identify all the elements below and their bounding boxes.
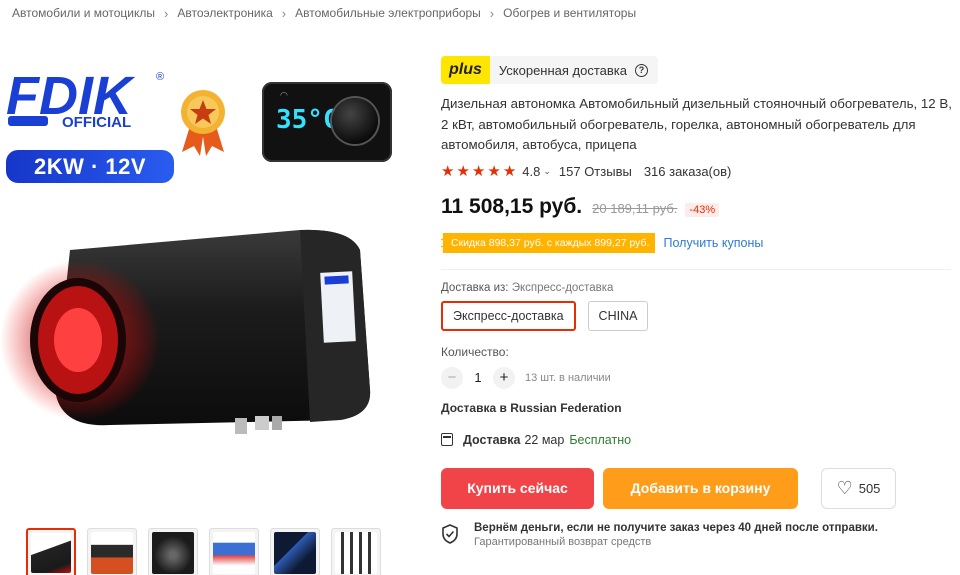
chevron-right-icon: ›	[164, 5, 169, 21]
svg-text:OFFICIAL: OFFICIAL	[62, 114, 131, 128]
delivery-info: Доставка 22 мар Бесплатно	[441, 433, 956, 447]
rating-stars: ★ ★ ★ ★ ★	[441, 164, 516, 179]
thumbnail[interactable]	[26, 528, 76, 575]
coupon-tag[interactable]: Скидка 898,37 руб. с каждых 899,27 руб.	[441, 232, 656, 253]
current-price: 11 508,15 руб.	[441, 194, 583, 218]
guarantee-sub: Гарантированный возврат средств	[474, 535, 652, 548]
deliver-to: Доставка в Russian Federation	[441, 400, 622, 415]
quantity-label: Количество:	[441, 344, 509, 359]
fast-delivery-pill[interactable]: plus Ускоренная доставка ?	[441, 56, 659, 84]
stock-available: 13 шт. в наличии	[525, 371, 611, 384]
ship-option-express[interactable]: Экспресс-доставка	[441, 300, 576, 331]
ship-from: Доставка из: Экспресс-доставка	[441, 282, 956, 294]
rating-row: ★ ★ ★ ★ ★ 4.8 ⌄ 157 Отзывы 316 заказа(ов…	[441, 163, 956, 181]
brand-logo: FDIK ® OFFICIAL	[6, 68, 164, 128]
calendar-icon	[441, 433, 453, 446]
ship-option-china[interactable]: CHINA	[587, 300, 649, 331]
ship-from-value: Экспресс-доставка	[511, 281, 614, 294]
coupon-row: Скидка 898,37 руб. с каждых 899,27 руб. …	[441, 232, 956, 253]
quantity-increase-button[interactable]: +	[493, 366, 515, 389]
award-icon	[181, 90, 225, 156]
shield-check-icon	[442, 523, 458, 544]
product-info: plus Ускоренная доставка ? Дизельная авт…	[441, 56, 956, 548]
discount-badge: -43%	[685, 202, 720, 217]
star-icon: ★	[471, 163, 486, 180]
quantity-stepper: − 1 + 13 шт. в наличии	[441, 366, 956, 389]
wishlist-button[interactable]: ♡ 505	[821, 467, 896, 509]
controller-display: 35°C	[276, 105, 339, 135]
quantity-decrease-button[interactable]: −	[441, 366, 463, 389]
get-coupons-link[interactable]: Получить купоны	[663, 236, 763, 250]
ship-options: Экспресс-доставка CHINA	[441, 300, 956, 331]
action-buttons: Купить сейчас Добавить в корзину ♡ 505	[441, 467, 956, 509]
chevron-right-icon: ›	[489, 5, 495, 21]
thumbnail-strip	[26, 528, 381, 575]
thumbnail[interactable]	[148, 528, 198, 575]
rating-value[interactable]: 4.8	[522, 164, 540, 179]
product-gallery[interactable]: FDIK ® OFFICIAL 2KW · 12V ◠ 35°C	[0, 40, 420, 575]
add-to-cart-button[interactable]: Добавить в корзину	[603, 467, 798, 509]
spec-badge: 2KW · 12V	[6, 150, 174, 183]
controller-knob	[332, 98, 378, 144]
delivery-label: Доставка	[463, 432, 521, 447]
ship-from-label: Доставка из:	[441, 281, 509, 294]
delivery-date: 22 мар	[524, 432, 565, 447]
thumbnail[interactable]	[209, 528, 259, 575]
star-icon: ★	[441, 163, 455, 180]
quantity-value[interactable]: 1	[463, 370, 493, 385]
heart-icon: ♡	[836, 478, 853, 498]
divider	[441, 268, 951, 270]
breadcrumb-item[interactable]: Автомобильные электроприборы	[295, 6, 481, 20]
breadcrumb-item[interactable]: Обогрев и вентиляторы	[503, 6, 636, 20]
heater-main-image	[0, 229, 371, 434]
star-icon: ★	[502, 163, 517, 180]
star-icon: ★	[487, 163, 501, 180]
old-price: 20 189,11 руб.	[592, 200, 678, 216]
help-icon[interactable]: ?	[635, 63, 649, 77]
buy-now-button[interactable]: Купить сейчас	[441, 467, 594, 509]
product-title: Дизельная автономка Автомобильный дизель…	[441, 96, 952, 152]
thumbnail[interactable]	[331, 528, 381, 575]
orders-count: 316 заказа(ов)	[643, 164, 732, 179]
star-icon: ★	[456, 163, 470, 180]
thumbnail[interactable]	[270, 528, 320, 575]
chevron-right-icon: ›	[281, 5, 287, 21]
wishlist-count: 505	[858, 480, 881, 496]
plus-badge: plus	[441, 56, 490, 84]
thumbnail[interactable]	[87, 528, 137, 575]
reviews-link[interactable]: 157 Отзывы	[559, 164, 632, 179]
breadcrumb-item[interactable]: Автоэлектроника	[177, 6, 272, 20]
breadcrumb: Автомобили и мотоциклы › Автоэлектроника…	[12, 5, 636, 21]
breadcrumb-item[interactable]: Автомобили и мотоциклы	[12, 6, 155, 20]
chevron-down-icon[interactable]: ⌄	[543, 166, 551, 177]
guarantee-main: Вернём деньги, если не получите заказ че…	[474, 521, 878, 534]
delivery-cost: Бесплатно	[569, 432, 632, 447]
svg-text:®: ®	[156, 71, 164, 83]
heater-controller-image: ◠ 35°C	[262, 82, 392, 162]
guarantee: Вернём деньги, если не получите заказ че…	[441, 522, 956, 548]
fast-delivery-label: Ускоренная доставка	[498, 62, 628, 78]
price-row: 11 508,15 руб. 20 189,11 руб. -43%	[441, 195, 956, 219]
